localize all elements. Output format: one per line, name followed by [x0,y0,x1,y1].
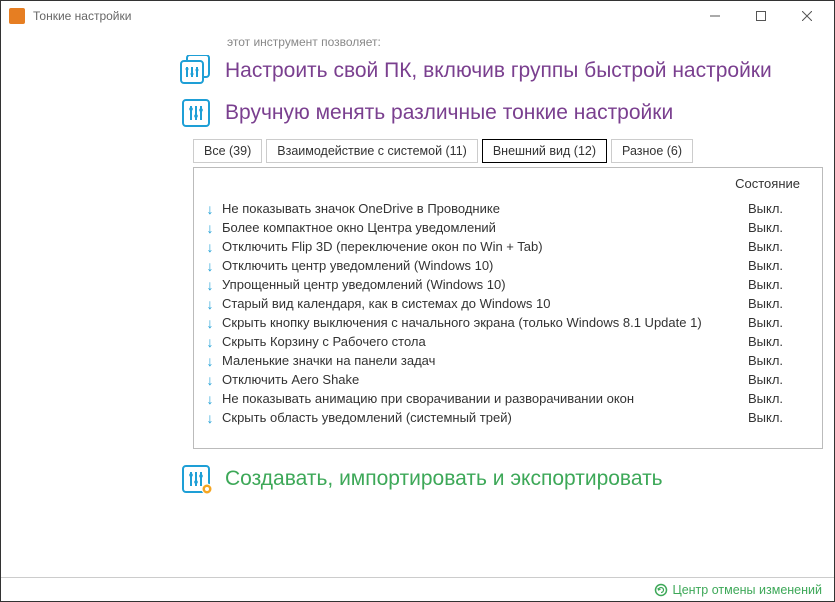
arrow-down-icon: ↓ [204,372,216,388]
window-title: Тонкие настройки [33,9,692,23]
tab-0[interactable]: Все (39) [193,139,262,163]
setting-status: Выкл. [748,258,808,273]
setting-row[interactable]: ↓ Упрощенный центр уведомлений (Windows 1… [204,275,808,294]
section-export[interactable]: Создавать, импортировать и экспортироват… [179,463,806,495]
intro-text: этот инструмент позволяет: [227,35,806,49]
setting-status: Выкл. [748,277,808,292]
setting-row[interactable]: ↓ Скрыть кнопку выключения с начального э… [204,313,808,332]
setting-name: Старый вид календаря, как в системах до … [222,296,748,311]
tab-1[interactable]: Взаимодействие с системой (11) [266,139,478,163]
setting-row[interactable]: ↓ Отключить Flip 3D (переключение окон по… [204,237,808,256]
setting-status: Выкл. [748,239,808,254]
setting-status: Выкл. [748,315,808,330]
setting-status: Выкл. [748,220,808,235]
sliders-gear-icon [179,463,215,495]
section-manual[interactable]: Вручную менять различные тонкие настройк… [179,97,806,129]
window-controls [692,1,830,31]
setting-name: Скрыть Корзину с Рабочего стола [222,334,748,349]
setting-row[interactable]: ↓ Более компактное окно Центра уведомлени… [204,218,808,237]
restore-center-link[interactable]: Центр отмены изменений [654,583,822,597]
arrow-down-icon: ↓ [204,296,216,312]
restore-center-label: Центр отмены изменений [672,583,822,597]
sliders-icon [179,97,215,129]
arrow-down-icon: ↓ [204,410,216,426]
setting-name: Скрыть кнопку выключения с начального эк… [222,315,748,330]
setting-row[interactable]: ↓ Маленькие значки на панели задачВыкл. [204,351,808,370]
arrow-down-icon: ↓ [204,239,216,255]
setting-name: Отключить Aero Shake [222,372,748,387]
tab-2[interactable]: Внешний вид (12) [482,139,607,163]
setting-name: Не показывать значок OneDrive в Проводни… [222,201,748,216]
app-icon [9,8,25,24]
setting-status: Выкл. [748,334,808,349]
tab-3[interactable]: Разное (6) [611,139,693,163]
setting-status: Выкл. [748,353,808,368]
setting-row[interactable]: ↓ Скрыть область уведомлений (системный т… [204,408,808,427]
arrow-down-icon: ↓ [204,277,216,293]
titlebar: Тонкие настройки [1,1,834,31]
arrow-down-icon: ↓ [204,353,216,369]
arrow-down-icon: ↓ [204,220,216,236]
setting-name: Отключить Flip 3D (переключение окон по … [222,239,748,254]
setting-status: Выкл. [748,201,808,216]
setting-status: Выкл. [748,391,808,406]
close-button[interactable] [784,1,830,31]
section-export-title: Создавать, импортировать и экспортироват… [225,467,663,491]
setting-row[interactable]: ↓ Скрыть Корзину с Рабочего столаВыкл. [204,332,808,351]
setting-name: Маленькие значки на панели задач [222,353,748,368]
setting-status: Выкл. [748,296,808,311]
setting-status: Выкл. [748,372,808,387]
setting-name: Более компактное окно Центра уведомлений [222,220,748,235]
setting-name: Отключить центр уведомлений (Windows 10) [222,258,748,273]
status-bar: Центр отмены изменений [1,577,834,601]
setting-name: Не показывать анимацию при сворачивании … [222,391,748,406]
arrow-down-icon: ↓ [204,391,216,407]
minimize-button[interactable] [692,1,738,31]
tabs: Все (39)Взаимодействие с системой (11)Вн… [193,139,806,163]
setting-row[interactable]: ↓ Отключить центр уведомлений (Windows 10… [204,256,808,275]
list-header-status: Состояние [204,174,808,199]
setting-row[interactable]: ↓ Отключить Aero ShakeВыкл. [204,370,808,389]
arrow-down-icon: ↓ [204,334,216,350]
setting-status: Выкл. [748,410,808,425]
section-manual-title: Вручную менять различные тонкие настройк… [225,101,673,125]
setting-row[interactable]: ↓ Старый вид календаря, как в системах до… [204,294,808,313]
maximize-button[interactable] [738,1,784,31]
settings-list: Состояние ↓ Не показывать значок OneDrive… [193,167,823,449]
undo-icon [654,583,668,597]
arrow-down-icon: ↓ [204,201,216,217]
setting-row[interactable]: ↓ Не показывать значок OneDrive в Проводн… [204,199,808,218]
section-configure[interactable]: Настроить свой ПК, включив группы быстро… [179,55,806,87]
arrow-down-icon: ↓ [204,315,216,331]
setting-name: Упрощенный центр уведомлений (Windows 10… [222,277,748,292]
arrow-down-icon: ↓ [204,258,216,274]
setting-name: Скрыть область уведомлений (системный тр… [222,410,748,425]
section-configure-title: Настроить свой ПК, включив группы быстро… [225,59,772,83]
sliders-stack-icon [179,55,215,87]
setting-row[interactable]: ↓ Не показывать анимацию при сворачивании… [204,389,808,408]
